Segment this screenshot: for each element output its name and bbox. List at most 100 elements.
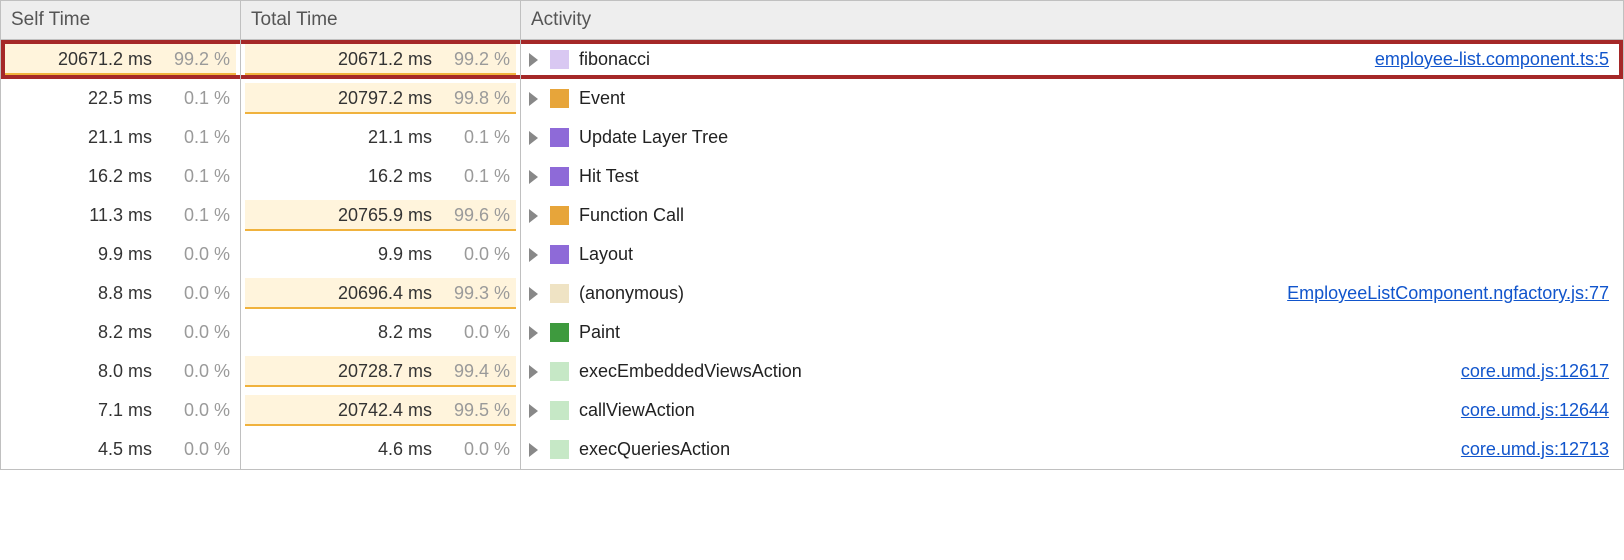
total-time-ms: 20797.2 ms <box>312 88 432 109</box>
self-time-pct: 0.0 % <box>158 400 230 421</box>
self-time-pct: 0.0 % <box>158 283 230 304</box>
col-header-activity[interactable]: Activity <box>521 1 1623 40</box>
total-time-cell: 8.2 ms 0.0 % <box>241 313 521 352</box>
table-row[interactable]: 9.9 ms0.0 %9.9 ms0.0 % Layout <box>1 235 1623 274</box>
activity-cell: execQueriesAction core.umd.js:12713 <box>521 430 1623 469</box>
total-time-ms: 20671.2 ms <box>312 49 432 70</box>
table-row[interactable]: 21.1 ms 0.1 % 21.1 ms 0.1 % Update Layer Tre… <box>1 118 1623 157</box>
total-time-cell: 20742.4 ms99.5 % <box>241 391 521 430</box>
disclosure-triangle-icon[interactable] <box>529 209 538 223</box>
activity-name: callViewAction <box>579 400 1451 421</box>
activity-cell: Hit Test <box>521 157 1623 196</box>
category-swatch-icon <box>550 362 569 381</box>
self-time-ms: 8.2 ms <box>32 322 152 343</box>
activity-name: execQueriesAction <box>579 439 1451 460</box>
self-time-cell: 20671.2 ms99.2 % <box>1 40 241 79</box>
self-time-pct: 99.2 % <box>158 49 230 70</box>
category-swatch-icon <box>550 206 569 225</box>
self-time-ms: 22.5 ms <box>32 88 152 109</box>
total-time-ms: 20765.9 ms <box>312 205 432 226</box>
disclosure-triangle-icon[interactable] <box>529 53 538 67</box>
col-header-total[interactable]: Total Time <box>241 1 521 40</box>
activity-name: fibonacci <box>579 49 1365 70</box>
total-time-cell: 4.6 ms 0.0 % <box>241 430 521 469</box>
disclosure-triangle-icon[interactable] <box>529 443 538 457</box>
source-link[interactable]: employee-list.component.ts:5 <box>1375 49 1609 70</box>
total-time-cell: 20797.2 ms 99.8 % <box>241 79 521 118</box>
source-link[interactable]: core.umd.js:12644 <box>1461 400 1609 421</box>
activity-cell: execEmbeddedViewsAction core.umd.js:12617 <box>521 352 1623 391</box>
activity-name: Update Layer Tree <box>579 127 1609 148</box>
total-time-cell: 20765.9 ms 99.6 % <box>241 196 521 235</box>
total-time-ms: 21.1 ms <box>312 127 432 148</box>
total-time-pct: 99.2 % <box>438 49 510 70</box>
self-time-ms: 16.2 ms <box>32 166 152 187</box>
total-time-pct: 0.0 % <box>438 322 510 343</box>
table-row[interactable]: 7.1 ms0.0 %20742.4 ms99.5 %callViewActio… <box>1 391 1623 430</box>
disclosure-triangle-icon[interactable] <box>529 92 538 106</box>
activity-cell: Function Call <box>521 196 1623 235</box>
activity-name: Layout <box>579 244 1609 265</box>
disclosure-triangle-icon[interactable] <box>529 131 538 145</box>
self-time-pct: 0.1 % <box>158 127 230 148</box>
total-time-pct: 99.6 % <box>438 205 510 226</box>
activity-cell: fibonacci employee-list.component.ts:5 <box>521 40 1623 79</box>
disclosure-triangle-icon[interactable] <box>529 287 538 301</box>
activity-name: execEmbeddedViewsAction <box>579 361 1451 382</box>
total-time-cell: 9.9 ms0.0 % <box>241 235 521 274</box>
table-row[interactable]: 22.5 ms0.1 %20797.2 ms99.8 %Event <box>1 79 1623 118</box>
category-swatch-icon <box>550 401 569 420</box>
disclosure-triangle-icon[interactable] <box>529 170 538 184</box>
activity-name: Function Call <box>579 205 1609 226</box>
total-time-ms: 20728.7 ms <box>312 361 432 382</box>
self-time-ms: 21.1 ms <box>32 127 152 148</box>
table-row[interactable]: 20671.2 ms99.2 %20671.2 ms99.2 %fibonacc… <box>1 40 1623 79</box>
source-link[interactable]: EmployeeListComponent.ngfactory.js:77 <box>1287 283 1609 304</box>
activity-cell: (anonymous) EmployeeListComponent.ngfacto… <box>521 274 1623 313</box>
activity-cell: Update Layer Tree <box>521 118 1623 157</box>
total-time-pct: 0.1 % <box>438 166 510 187</box>
disclosure-triangle-icon[interactable] <box>529 404 538 418</box>
source-link[interactable]: core.umd.js:12617 <box>1461 361 1609 382</box>
total-time-ms: 20696.4 ms <box>312 283 432 304</box>
total-time-cell: 20671.2 ms 99.2 % <box>241 40 521 79</box>
category-swatch-icon <box>550 50 569 69</box>
self-time-cell: 9.9 ms0.0 % <box>1 235 241 274</box>
self-time-ms: 8.0 ms <box>32 361 152 382</box>
activity-name: (anonymous) <box>579 283 1277 304</box>
total-time-pct: 0.1 % <box>438 127 510 148</box>
col-header-self[interactable]: Self Time <box>1 1 241 40</box>
source-link[interactable]: core.umd.js:12713 <box>1461 439 1609 460</box>
total-time-ms: 8.2 ms <box>312 322 432 343</box>
table-row[interactable]: 8.2 ms 0.0 % 8.2 ms 0.0 % Paint <box>1 313 1623 352</box>
total-time-ms: 20742.4 ms <box>312 400 432 421</box>
self-time-cell: 8.0 ms 0.0 % <box>1 352 241 391</box>
total-time-pct: 99.8 % <box>438 88 510 109</box>
self-time-pct: 0.1 % <box>158 166 230 187</box>
self-time-pct: 0.0 % <box>158 322 230 343</box>
self-time-pct: 0.1 % <box>158 205 230 226</box>
disclosure-triangle-icon[interactable] <box>529 365 538 379</box>
self-time-ms: 11.3 ms <box>32 205 152 226</box>
self-time-pct: 0.0 % <box>158 244 230 265</box>
total-time-pct: 0.0 % <box>438 439 510 460</box>
self-time-cell: 22.5 ms0.1 % <box>1 79 241 118</box>
total-time-cell: 16.2 ms0.1 % <box>241 157 521 196</box>
category-swatch-icon <box>550 284 569 303</box>
table-row[interactable]: 8.0 ms 0.0 % 20728.7 ms 99.4 % execEmbeddedV… <box>1 352 1623 391</box>
self-time-pct: 0.0 % <box>158 361 230 382</box>
self-time-ms: 8.8 ms <box>32 283 152 304</box>
category-swatch-icon <box>550 245 569 264</box>
table-row[interactable]: 16.2 ms0.1 %16.2 ms0.1 %Hit Test <box>1 157 1623 196</box>
disclosure-triangle-icon[interactable] <box>529 248 538 262</box>
total-time-pct: 99.3 % <box>438 283 510 304</box>
table-row[interactable]: 4.5 ms0.0 %4.6 ms0.0 %execQueriesActionc… <box>1 430 1623 469</box>
table-row[interactable]: 8.8 ms 0.0 % 20696.4 ms 99.3 % (anonymous) Em… <box>1 274 1623 313</box>
disclosure-triangle-icon[interactable] <box>529 326 538 340</box>
activity-name: Paint <box>579 322 1609 343</box>
table-row[interactable]: 11.3 ms 0.1 % 20765.9 ms 99.6 % Function Cal… <box>1 196 1623 235</box>
total-time-ms: 4.6 ms <box>312 439 432 460</box>
self-time-ms: 4.5 ms <box>32 439 152 460</box>
total-time-pct: 99.4 % <box>438 361 510 382</box>
category-swatch-icon <box>550 128 569 147</box>
